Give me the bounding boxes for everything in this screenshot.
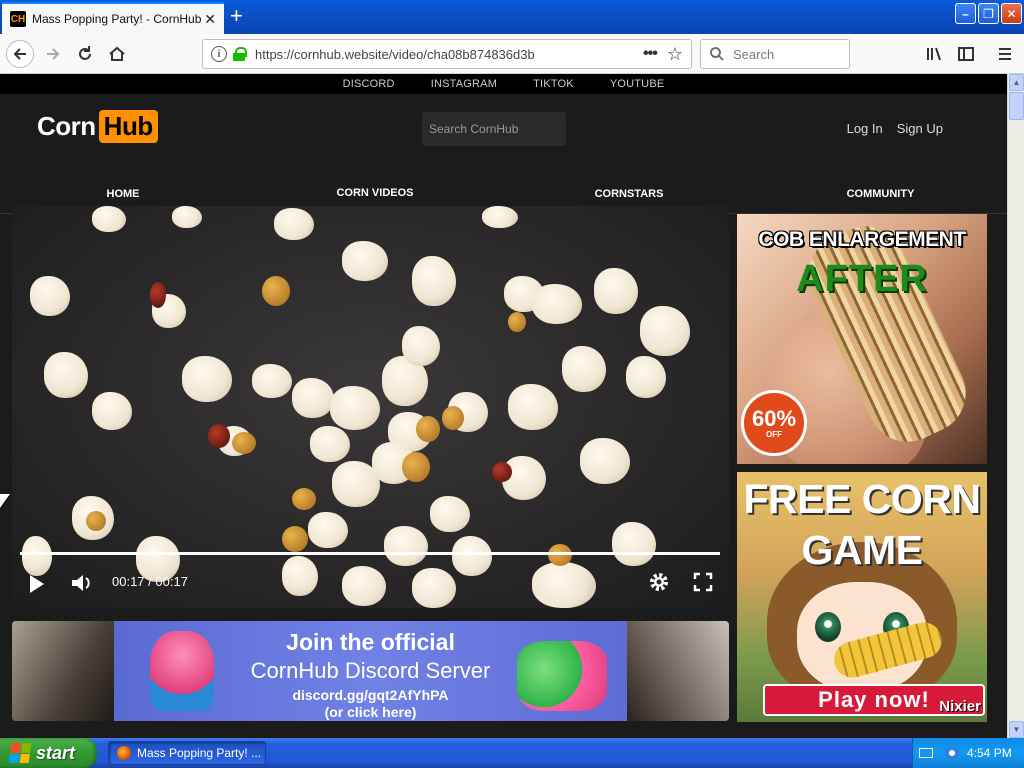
ad2-brand: Nixier: [939, 698, 981, 715]
new-tab-button[interactable]: +: [230, 5, 243, 27]
page-actions-icon[interactable]: •••: [643, 45, 658, 63]
video-player[interactable]: 00:17 / 00:17: [12, 206, 729, 608]
url-text[interactable]: https://cornhub.website/video/cha08b8748…: [255, 47, 643, 62]
keyboard-icon[interactable]: [919, 748, 933, 758]
site-info-icon[interactable]: i: [211, 46, 227, 62]
sidebar-icon: [958, 47, 974, 61]
browser-tab[interactable]: CH Mass Popping Party! - CornHub ✕: [2, 2, 224, 34]
site-logo[interactable]: Corn Hub: [37, 110, 158, 143]
taskbar-item-label: Mass Popping Party! ...: [137, 746, 262, 760]
lock-icon: [233, 47, 247, 61]
current-time: 00:17: [112, 574, 145, 589]
minimize-button[interactable]: –: [955, 3, 976, 24]
signup-link[interactable]: Sign Up: [897, 121, 943, 136]
browser-toolbar: i https://cornhub.website/video/cha08b87…: [0, 34, 1024, 74]
start-button[interactable]: start: [0, 738, 97, 768]
ad1-headline: COB ENLARGEMENT: [758, 228, 966, 251]
maximize-button[interactable]: ❐: [978, 3, 999, 24]
scroll-up-arrow-icon[interactable]: ▲: [1009, 74, 1024, 91]
reload-button[interactable]: [73, 42, 97, 66]
bookmark-star-icon[interactable]: ☆: [667, 44, 683, 65]
video-progress-fill: [20, 552, 720, 555]
video-progress-bar[interactable]: [20, 552, 720, 555]
forward-button[interactable]: [41, 42, 65, 66]
banner-center: Join the official CornHub Discord Server…: [114, 621, 627, 721]
time-separator: /: [148, 574, 152, 589]
address-bar[interactable]: i https://cornhub.website/video/cha08b87…: [202, 39, 692, 69]
taskbar-item-firefox[interactable]: Mass Popping Party! ...: [108, 741, 266, 765]
social-link-instagram[interactable]: INSTAGRAM: [431, 78, 497, 90]
scrollbar-thumb[interactable]: [1009, 92, 1024, 120]
duration: 00:17: [155, 574, 188, 589]
site-favicon-icon: CH: [10, 11, 26, 27]
close-window-button[interactable]: ✕: [1001, 3, 1022, 24]
ad-free-corn-game[interactable]: FREE CORN GAME Play now! Nixier: [737, 472, 987, 722]
clock[interactable]: 4:54 PM: [967, 746, 1012, 760]
social-link-youtube[interactable]: YOUTUBE: [610, 78, 665, 90]
banner-click-here[interactable]: (or click here): [114, 704, 627, 720]
home-button[interactable]: [105, 42, 129, 66]
settings-gear-icon[interactable]: [648, 571, 670, 598]
start-label: start: [36, 742, 76, 763]
fullscreen-icon[interactable]: [692, 571, 714, 598]
volume-tray-icon[interactable]: [945, 746, 959, 760]
firefox-icon: [117, 746, 131, 760]
video-time: 00:17 / 00:17: [112, 574, 188, 589]
nav-community[interactable]: COMMUNITY: [754, 174, 1007, 213]
window-title-bar: CH Mass Popping Party! - CornHub ✕ + – ❐…: [0, 0, 1024, 34]
ad2-title: FREE CORN GAME: [737, 474, 987, 576]
web-page: DISCORD INSTAGRAM TIKTOK YOUTUBE Corn Hu…: [0, 74, 1007, 738]
social-links-bar: DISCORD INSTAGRAM TIKTOK YOUTUBE: [0, 74, 1007, 94]
ad1-badge-off: OFF: [766, 429, 782, 439]
windows-taskbar: start Mass Popping Party! ... 4:54 PM: [0, 738, 1024, 768]
tab-title: Mass Popping Party! - CornHub: [32, 12, 202, 26]
discord-banner[interactable]: Join the official CornHub Discord Server…: [12, 621, 729, 721]
browser-search-placeholder: Search: [733, 46, 775, 62]
tab-close-icon[interactable]: ✕: [204, 11, 216, 27]
volume-icon[interactable]: [70, 572, 94, 599]
back-button[interactable]: [6, 40, 34, 68]
banner-photo-right: [627, 621, 729, 721]
logo-text: Corn: [37, 111, 96, 141]
window-controls: – ❐ ✕: [955, 3, 1022, 24]
mouse-cursor-icon: [0, 494, 10, 508]
search-icon: [710, 47, 724, 61]
social-link-tiktok[interactable]: TIKTOK: [533, 78, 574, 90]
menu-button[interactable]: [993, 42, 1017, 66]
ad2-title-line-1: FREE CORN: [743, 476, 981, 522]
site-header: Corn Hub Search CornHub Log In Sign Up H…: [0, 94, 1007, 214]
ad-cob-enlargement[interactable]: COB ENLARGEMENT AFTER 60% OFF: [737, 214, 987, 464]
scroll-down-arrow-icon[interactable]: ▼: [1009, 721, 1024, 738]
banner-photo-left: [12, 621, 114, 721]
social-link-discord[interactable]: DISCORD: [343, 78, 395, 90]
hamburger-menu-icon: [999, 48, 1011, 60]
back-arrow-icon: [13, 48, 26, 60]
banner-invite-link[interactable]: discord.gg/gqt2AfYhPA: [114, 687, 627, 703]
sidebar-button[interactable]: [954, 42, 978, 66]
reload-icon: [79, 46, 91, 60]
windows-flag-icon: [8, 743, 32, 763]
ad1-discount-badge: 60% OFF: [741, 390, 807, 456]
library-icon: [927, 47, 941, 61]
banner-line-1: Join the official: [286, 629, 455, 655]
page-scrollbar[interactable]: ▲ ▼: [1007, 74, 1024, 738]
system-tray: 4:54 PM: [912, 738, 1024, 768]
ad2-title-line-2: GAME: [801, 527, 924, 573]
logo-badge: Hub: [98, 110, 158, 143]
site-search-input[interactable]: Search CornHub: [422, 112, 566, 146]
browser-search-box[interactable]: Search: [700, 39, 850, 69]
forward-arrow-icon: [47, 48, 60, 60]
home-icon: [109, 46, 125, 61]
ad1-subheadline: AFTER: [796, 258, 928, 300]
ad1-badge-percent: 60%: [751, 405, 797, 431]
login-link[interactable]: Log In: [847, 121, 883, 136]
play-icon[interactable]: [30, 575, 44, 593]
ad2-character-eye-left: [815, 612, 841, 642]
banner-line-2: CornHub Discord Server: [250, 658, 491, 683]
library-button[interactable]: [922, 42, 946, 66]
auth-links: Log In Sign Up: [847, 121, 943, 136]
